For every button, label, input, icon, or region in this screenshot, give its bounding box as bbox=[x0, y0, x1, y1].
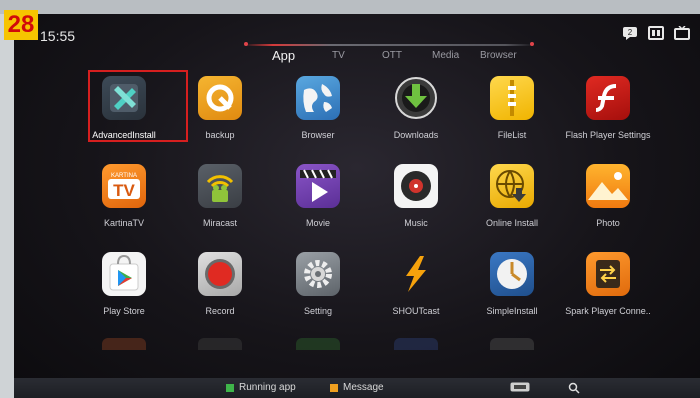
running-app-button[interactable]: Running app bbox=[226, 382, 296, 393]
app-photo[interactable]: Photo bbox=[558, 162, 658, 242]
app-record[interactable]: Record bbox=[170, 250, 270, 330]
app-music[interactable]: Music bbox=[366, 162, 466, 242]
search-button[interactable] bbox=[568, 382, 580, 394]
next-row-tile bbox=[394, 338, 438, 350]
photo-icon bbox=[586, 164, 630, 208]
app-spark-player[interactable]: Spark Player Conne.. bbox=[558, 250, 658, 330]
sd-card-icon[interactable] bbox=[648, 26, 664, 40]
rail-dot-right bbox=[530, 42, 534, 46]
tab-ott[interactable]: OTT bbox=[382, 50, 402, 61]
advanced-install-icon bbox=[102, 76, 146, 120]
spark-player-icon bbox=[586, 252, 630, 296]
yellow-key-icon bbox=[330, 383, 338, 392]
movie-icon bbox=[296, 164, 340, 208]
message-button[interactable]: Message bbox=[330, 382, 384, 393]
play-store-icon bbox=[102, 252, 146, 296]
launcher-screen: 15:55 2 App TV OTT Media Browser Advance… bbox=[14, 14, 700, 398]
search-icon bbox=[568, 382, 580, 394]
app-flash-player-settings[interactable]: Flash Player Settings bbox=[558, 74, 658, 154]
app-shoutcast[interactable]: SHOUTcast bbox=[366, 250, 466, 330]
tab-tv[interactable]: TV bbox=[332, 50, 345, 61]
status-icons: 2 bbox=[622, 26, 690, 40]
app-online-install[interactable]: Online Install bbox=[462, 162, 562, 242]
next-row-tile bbox=[296, 338, 340, 350]
file-list-icon bbox=[490, 76, 534, 120]
kartina-main-text: TV bbox=[113, 181, 135, 200]
rail-dot-left bbox=[244, 42, 248, 46]
menu-key-icon bbox=[510, 382, 530, 392]
backup-icon bbox=[198, 76, 242, 120]
green-key-icon bbox=[226, 383, 234, 392]
shoutcast-icon bbox=[394, 252, 438, 296]
app-play-store[interactable]: Play Store bbox=[74, 250, 174, 330]
simple-install-icon bbox=[490, 252, 534, 296]
app-backup[interactable]: backup bbox=[170, 74, 270, 154]
app-label: Photo bbox=[596, 218, 620, 228]
app-advanced-install[interactable]: AdvancedInstall bbox=[74, 70, 188, 154]
number-badge: 28 bbox=[4, 10, 38, 40]
kartina-top-text: KARTINA bbox=[111, 173, 137, 179]
app-downloads[interactable]: Downloads bbox=[366, 74, 466, 154]
record-icon bbox=[198, 252, 242, 296]
svg-text:2: 2 bbox=[628, 28, 633, 37]
app-miracast[interactable]: Miracast bbox=[170, 162, 270, 242]
app-label: Spark Player Conne.. bbox=[565, 306, 651, 316]
app-browser[interactable]: Browser bbox=[268, 74, 368, 154]
app-setting[interactable]: Setting bbox=[268, 250, 368, 330]
app-label: Flash Player Settings bbox=[565, 130, 651, 140]
status-clock: 15:55 bbox=[40, 28, 76, 44]
app-movie[interactable]: Movie bbox=[268, 162, 368, 242]
app-kartina-tv[interactable]: KARTINA TV KartinaTV bbox=[74, 162, 174, 242]
next-row-tile bbox=[490, 338, 534, 350]
next-row-tile bbox=[198, 338, 242, 350]
tab-browser[interactable]: Browser bbox=[480, 50, 517, 61]
miracast-icon bbox=[198, 164, 242, 208]
menu-key-button[interactable] bbox=[510, 382, 530, 392]
top-bezel bbox=[0, 0, 700, 14]
tab-rail bbox=[244, 44, 534, 46]
music-icon bbox=[394, 164, 438, 208]
tab-media[interactable]: Media bbox=[432, 50, 459, 61]
setting-gear-icon bbox=[296, 252, 340, 296]
tab-app[interactable]: App bbox=[272, 48, 295, 63]
app-file-list[interactable]: FileList bbox=[462, 74, 562, 154]
browser-globe-icon bbox=[296, 76, 340, 120]
notification-icon[interactable]: 2 bbox=[622, 26, 638, 40]
message-label: Message bbox=[343, 382, 384, 393]
next-row-tile bbox=[102, 338, 146, 350]
downloads-icon bbox=[394, 76, 438, 120]
screen-icon[interactable] bbox=[674, 26, 690, 40]
online-install-icon bbox=[490, 164, 534, 208]
left-bezel bbox=[0, 14, 14, 398]
bottom-bar: Running app Message bbox=[14, 378, 700, 398]
kartina-tv-icon: KARTINA TV bbox=[102, 164, 146, 208]
running-app-label: Running app bbox=[239, 382, 296, 393]
flash-player-icon bbox=[586, 76, 630, 120]
category-tabs: App TV OTT Media Browser bbox=[244, 42, 534, 70]
app-simple-install[interactable]: SimpleInstall bbox=[462, 250, 562, 330]
